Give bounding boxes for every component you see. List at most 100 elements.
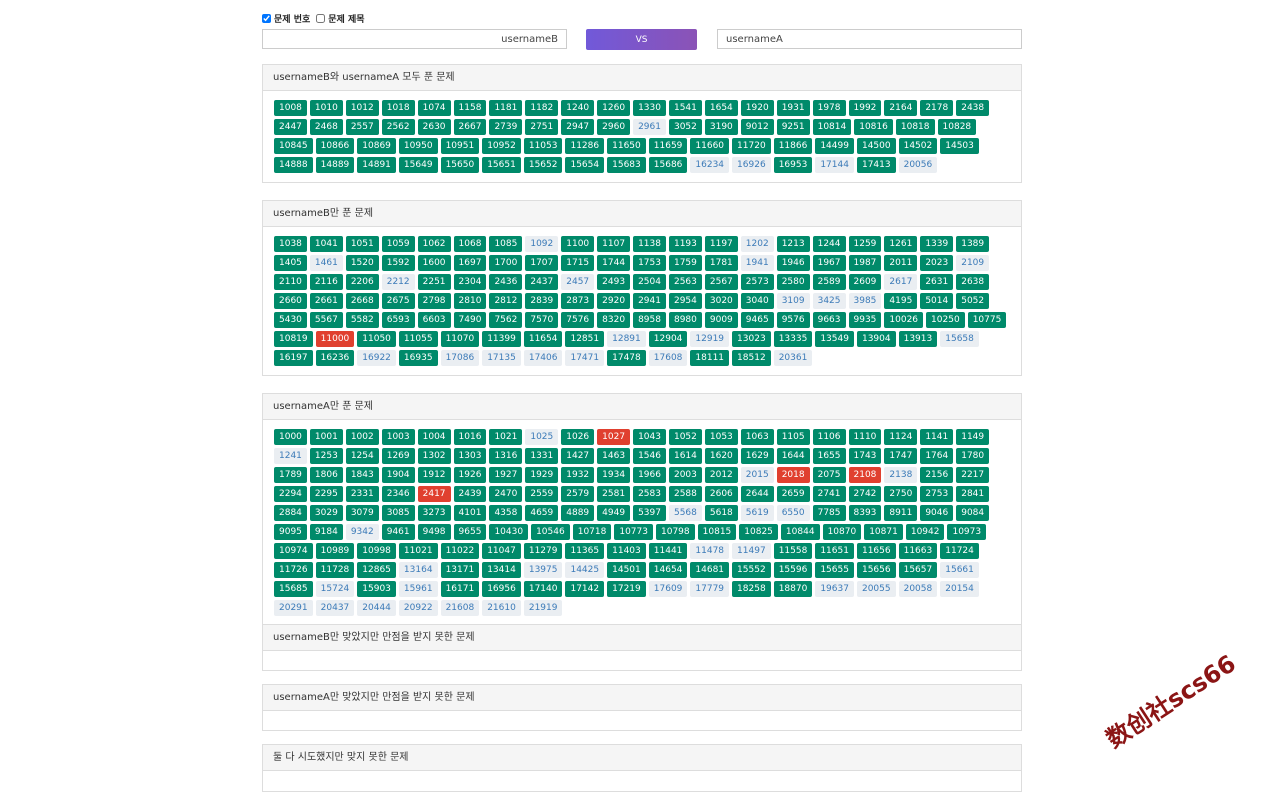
problem-tag[interactable]: 2579 <box>561 486 595 502</box>
problem-tag[interactable]: 2659 <box>776 486 810 502</box>
problem-tag[interactable]: 2954 <box>668 293 702 309</box>
problem-tag[interactable]: 9251 <box>776 119 810 135</box>
problem-tag[interactable]: 2116 <box>309 274 343 290</box>
problem-tag[interactable]: 10814 <box>812 119 852 135</box>
problem-tag[interactable]: 9095 <box>274 524 307 540</box>
problem-tag[interactable]: 13414 <box>482 562 521 578</box>
problem-tag[interactable]: 1027 <box>597 429 631 445</box>
problem-tag[interactable]: 15661 <box>940 562 979 578</box>
problem-tag[interactable]: 1715 <box>561 255 595 271</box>
problem-tag[interactable]: 17478 <box>607 350 646 366</box>
problem-tag[interactable]: 15649 <box>398 157 438 173</box>
problem-tag[interactable]: 1330 <box>633 100 666 116</box>
problem-tag[interactable]: 17609 <box>648 581 688 597</box>
problem-tag[interactable]: 3273 <box>417 505 451 521</box>
problem-tag[interactable]: 10870 <box>822 524 862 540</box>
problem-tag[interactable]: 2751 <box>525 119 559 135</box>
problem-tag[interactable]: 1043 <box>633 429 666 445</box>
problem-tag[interactable]: 1302 <box>417 448 451 464</box>
problem-tag[interactable]: 15961 <box>398 581 438 597</box>
problem-tag[interactable]: 1743 <box>848 448 882 464</box>
problem-tag[interactable]: 10845 <box>274 138 313 154</box>
problem-tag[interactable]: 9663 <box>812 312 846 328</box>
problem-tag[interactable]: 1041 <box>309 236 343 252</box>
problem-tag[interactable]: 1063 <box>740 429 774 445</box>
problem-tag[interactable]: 2108 <box>848 467 882 483</box>
problem-tag[interactable]: 1000 <box>274 429 307 445</box>
problem-tag[interactable]: 2630 <box>417 119 451 135</box>
problem-tag[interactable]: 10844 <box>780 524 820 540</box>
problem-tag[interactable]: 8958 <box>633 312 666 328</box>
problem-tag[interactable]: 2581 <box>597 486 631 502</box>
problem-tag[interactable]: 11497 <box>732 543 771 559</box>
problem-tag[interactable]: 1001 <box>309 429 343 445</box>
problem-tag[interactable]: 16234 <box>690 157 730 173</box>
user-a-input[interactable] <box>717 29 1022 49</box>
problem-tag[interactable]: 2439 <box>453 486 487 502</box>
problem-tag[interactable]: 2947 <box>561 119 595 135</box>
problem-tag[interactable]: 1259 <box>848 236 882 252</box>
problem-tag[interactable]: 15686 <box>648 157 688 173</box>
problem-tag[interactable]: 15656 <box>856 562 896 578</box>
problem-tag[interactable]: 11558 <box>773 543 813 559</box>
problem-tag[interactable]: 11070 <box>440 331 480 347</box>
problem-tag[interactable]: 17406 <box>523 350 563 366</box>
problem-tag[interactable]: 1025 <box>525 429 559 445</box>
problem-tag[interactable]: 1934 <box>597 467 631 483</box>
problem-tag[interactable]: 20058 <box>898 581 938 597</box>
problem-tag[interactable]: 19637 <box>815 581 854 597</box>
problem-tag[interactable]: 2295 <box>309 486 343 502</box>
problem-tag[interactable]: 10942 <box>905 524 945 540</box>
problem-tag[interactable]: 4889 <box>561 505 595 521</box>
problem-tag[interactable]: 1747 <box>884 448 918 464</box>
problem-tag[interactable]: 1389 <box>956 236 990 252</box>
problem-tag[interactable]: 10718 <box>572 524 612 540</box>
problem-tag[interactable]: 20154 <box>940 581 979 597</box>
user-b-input[interactable] <box>262 29 567 49</box>
problem-tag[interactable]: 20437 <box>315 600 355 616</box>
problem-tag[interactable]: 15903 <box>357 581 396 597</box>
problem-tag[interactable]: 11660 <box>690 138 730 154</box>
problem-tag[interactable]: 2644 <box>740 486 774 502</box>
problem-tag[interactable]: 15724 <box>315 581 355 597</box>
problem-tag[interactable]: 11478 <box>690 543 730 559</box>
problem-tag[interactable]: 2810 <box>453 293 487 309</box>
problem-tag[interactable]: 10825 <box>739 524 778 540</box>
problem-tag[interactable]: 2110 <box>274 274 307 290</box>
problem-tag[interactable]: 2873 <box>561 293 595 309</box>
problem-tag[interactable]: 2739 <box>489 119 523 135</box>
problem-tag[interactable]: 1967 <box>812 255 846 271</box>
problem-tag[interactable]: 8393 <box>848 505 882 521</box>
problem-tag[interactable]: 1707 <box>525 255 559 271</box>
problem-tag[interactable]: 2468 <box>309 119 343 135</box>
problem-tag[interactable]: 2563 <box>668 274 702 290</box>
problem-tag[interactable]: 1008 <box>274 100 307 116</box>
problem-tag[interactable]: 2884 <box>274 505 307 521</box>
problem-tag[interactable]: 1780 <box>956 448 990 464</box>
problem-tag[interactable]: 13335 <box>773 331 813 347</box>
problem-tag[interactable]: 2436 <box>489 274 523 290</box>
problem-tag[interactable]: 17413 <box>856 157 896 173</box>
problem-tag[interactable]: 1946 <box>776 255 810 271</box>
problem-tag[interactable]: 2559 <box>525 486 559 502</box>
problem-tag[interactable]: 8320 <box>597 312 631 328</box>
problem-tag[interactable]: 2661 <box>309 293 343 309</box>
problem-tag[interactable]: 11050 <box>357 331 396 347</box>
problem-tag[interactable]: 2437 <box>525 274 559 290</box>
problem-tag[interactable]: 5568 <box>668 505 702 521</box>
problem-tag[interactable]: 11654 <box>523 331 563 347</box>
problem-tag[interactable]: 2493 <box>597 274 631 290</box>
problem-tag[interactable]: 1929 <box>525 467 559 483</box>
problem-tag[interactable]: 1107 <box>597 236 631 252</box>
problem-tag[interactable]: 3085 <box>381 505 415 521</box>
problem-tag[interactable]: 7785 <box>812 505 846 521</box>
problem-tag[interactable]: 5014 <box>920 293 954 309</box>
problem-tag[interactable]: 16926 <box>732 157 771 173</box>
problem-tag[interactable]: 2580 <box>776 274 810 290</box>
problem-tag[interactable]: 1026 <box>561 429 595 445</box>
problem-tag[interactable]: 9184 <box>309 524 343 540</box>
problem-tag[interactable]: 1966 <box>633 467 666 483</box>
problem-tag[interactable]: 9655 <box>453 524 487 540</box>
problem-tag[interactable]: 1002 <box>345 429 379 445</box>
problem-tag[interactable]: 5618 <box>704 505 738 521</box>
